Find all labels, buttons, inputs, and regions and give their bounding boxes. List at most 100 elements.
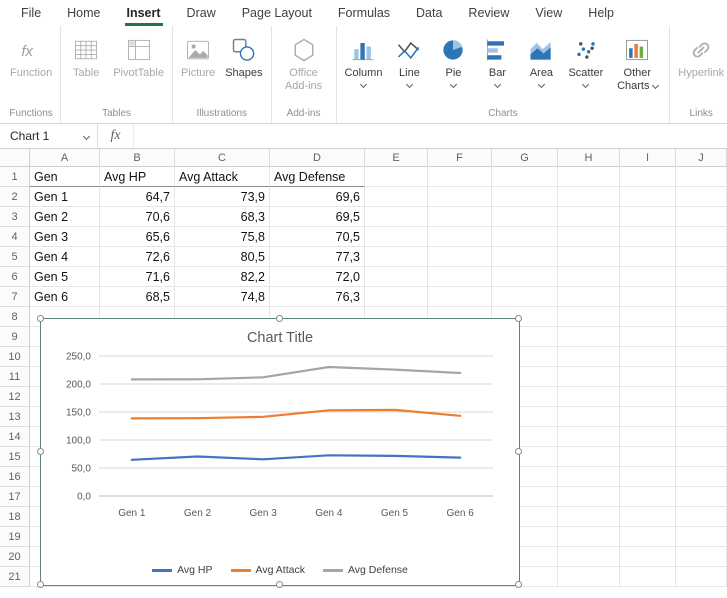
cell-D2[interactable]: 69,6 — [270, 187, 365, 207]
row-header-13[interactable]: 13 — [0, 407, 30, 427]
cell-E4[interactable] — [365, 227, 428, 247]
cell-A3[interactable]: Gen 2 — [30, 207, 100, 227]
cell-H8[interactable] — [558, 307, 620, 327]
cell-I16[interactable] — [620, 467, 676, 487]
cell-A1[interactable]: Gen — [30, 167, 100, 187]
tab-home[interactable]: Home — [54, 0, 113, 26]
tab-data[interactable]: Data — [403, 0, 455, 26]
cell-A6[interactable]: Gen 5 — [30, 267, 100, 287]
name-box[interactable]: Chart 1 — [0, 124, 98, 148]
row-header-2[interactable]: 2 — [0, 187, 30, 207]
cell-A7[interactable]: Gen 6 — [30, 287, 100, 307]
cell-H4[interactable] — [558, 227, 620, 247]
cell-J21[interactable] — [676, 567, 727, 587]
row-header-1[interactable]: 1 — [0, 167, 30, 187]
tab-draw[interactable]: Draw — [174, 0, 229, 26]
cell-J2[interactable] — [676, 187, 727, 207]
cell-C5[interactable]: 80,5 — [175, 247, 270, 267]
cell-J10[interactable] — [676, 347, 727, 367]
column-header-B[interactable]: B — [100, 149, 175, 166]
cell-G6[interactable] — [492, 267, 558, 287]
cell-B7[interactable]: 68,5 — [100, 287, 175, 307]
cell-D5[interactable]: 77,3 — [270, 247, 365, 267]
cell-I15[interactable] — [620, 447, 676, 467]
column-header-I[interactable]: I — [620, 149, 676, 166]
column-header-C[interactable]: C — [175, 149, 270, 166]
cell-H10[interactable] — [558, 347, 620, 367]
resize-handle[interactable] — [276, 581, 283, 588]
row-header-19[interactable]: 19 — [0, 527, 30, 547]
cell-H14[interactable] — [558, 427, 620, 447]
cell-I20[interactable] — [620, 547, 676, 567]
cell-J14[interactable] — [676, 427, 727, 447]
column-header-F[interactable]: F — [428, 149, 492, 166]
cell-H3[interactable] — [558, 207, 620, 227]
column-header-G[interactable]: G — [492, 149, 558, 166]
cell-H9[interactable] — [558, 327, 620, 347]
cell-C4[interactable]: 75,8 — [175, 227, 270, 247]
column-header-E[interactable]: E — [365, 149, 428, 166]
resize-handle[interactable] — [515, 315, 522, 322]
cell-I21[interactable] — [620, 567, 676, 587]
cell-G5[interactable] — [492, 247, 558, 267]
cell-I2[interactable] — [620, 187, 676, 207]
cell-B6[interactable]: 71,6 — [100, 267, 175, 287]
cell-A4[interactable]: Gen 3 — [30, 227, 100, 247]
insert-function-button[interactable]: fx — [98, 124, 134, 148]
pie-button[interactable]: Pie — [433, 29, 473, 87]
row-header-18[interactable]: 18 — [0, 507, 30, 527]
cell-I11[interactable] — [620, 367, 676, 387]
hyperlink-button[interactable]: Hyperlink — [675, 29, 727, 80]
row-header-7[interactable]: 7 — [0, 287, 30, 307]
row-header-4[interactable]: 4 — [0, 227, 30, 247]
cell-H16[interactable] — [558, 467, 620, 487]
column-header-D[interactable]: D — [270, 149, 365, 166]
cell-D1[interactable]: Avg Defense — [270, 167, 365, 187]
cell-I3[interactable] — [620, 207, 676, 227]
cell-H17[interactable] — [558, 487, 620, 507]
cell-D6[interactable]: 72,0 — [270, 267, 365, 287]
tab-review[interactable]: Review — [455, 0, 522, 26]
resize-handle[interactable] — [37, 581, 44, 588]
column-header-H[interactable]: H — [558, 149, 620, 166]
cell-I9[interactable] — [620, 327, 676, 347]
row-header-17[interactable]: 17 — [0, 487, 30, 507]
row-header-12[interactable]: 12 — [0, 387, 30, 407]
row-header-5[interactable]: 5 — [0, 247, 30, 267]
row-header-15[interactable]: 15 — [0, 447, 30, 467]
cell-I14[interactable] — [620, 427, 676, 447]
cell-H21[interactable] — [558, 567, 620, 587]
cell-J6[interactable] — [676, 267, 727, 287]
cell-A2[interactable]: Gen 1 — [30, 187, 100, 207]
cell-I13[interactable] — [620, 407, 676, 427]
cell-G4[interactable] — [492, 227, 558, 247]
cell-C6[interactable]: 82,2 — [175, 267, 270, 287]
row-header-6[interactable]: 6 — [0, 267, 30, 287]
cell-J20[interactable] — [676, 547, 727, 567]
cell-E5[interactable] — [365, 247, 428, 267]
other-charts-button[interactable]: Other Charts — [610, 29, 664, 93]
cell-B3[interactable]: 70,6 — [100, 207, 175, 227]
row-header-3[interactable]: 3 — [0, 207, 30, 227]
cell-J4[interactable] — [676, 227, 727, 247]
column-header-J[interactable]: J — [676, 149, 727, 166]
cell-I17[interactable] — [620, 487, 676, 507]
cell-H13[interactable] — [558, 407, 620, 427]
office-add-ins-button[interactable]: Office Add-ins — [277, 29, 331, 93]
cell-H1[interactable] — [558, 167, 620, 187]
cell-I1[interactable] — [620, 167, 676, 187]
cell-C1[interactable]: Avg Attack — [175, 167, 270, 187]
cell-J11[interactable] — [676, 367, 727, 387]
cell-I6[interactable] — [620, 267, 676, 287]
area-button[interactable]: Area — [521, 29, 561, 87]
cell-J19[interactable] — [676, 527, 727, 547]
cell-D3[interactable]: 69,5 — [270, 207, 365, 227]
cell-H18[interactable] — [558, 507, 620, 527]
row-header-10[interactable]: 10 — [0, 347, 30, 367]
cell-F3[interactable] — [428, 207, 492, 227]
cell-F4[interactable] — [428, 227, 492, 247]
cell-J17[interactable] — [676, 487, 727, 507]
cell-F6[interactable] — [428, 267, 492, 287]
row-header-16[interactable]: 16 — [0, 467, 30, 487]
cell-J1[interactable] — [676, 167, 727, 187]
